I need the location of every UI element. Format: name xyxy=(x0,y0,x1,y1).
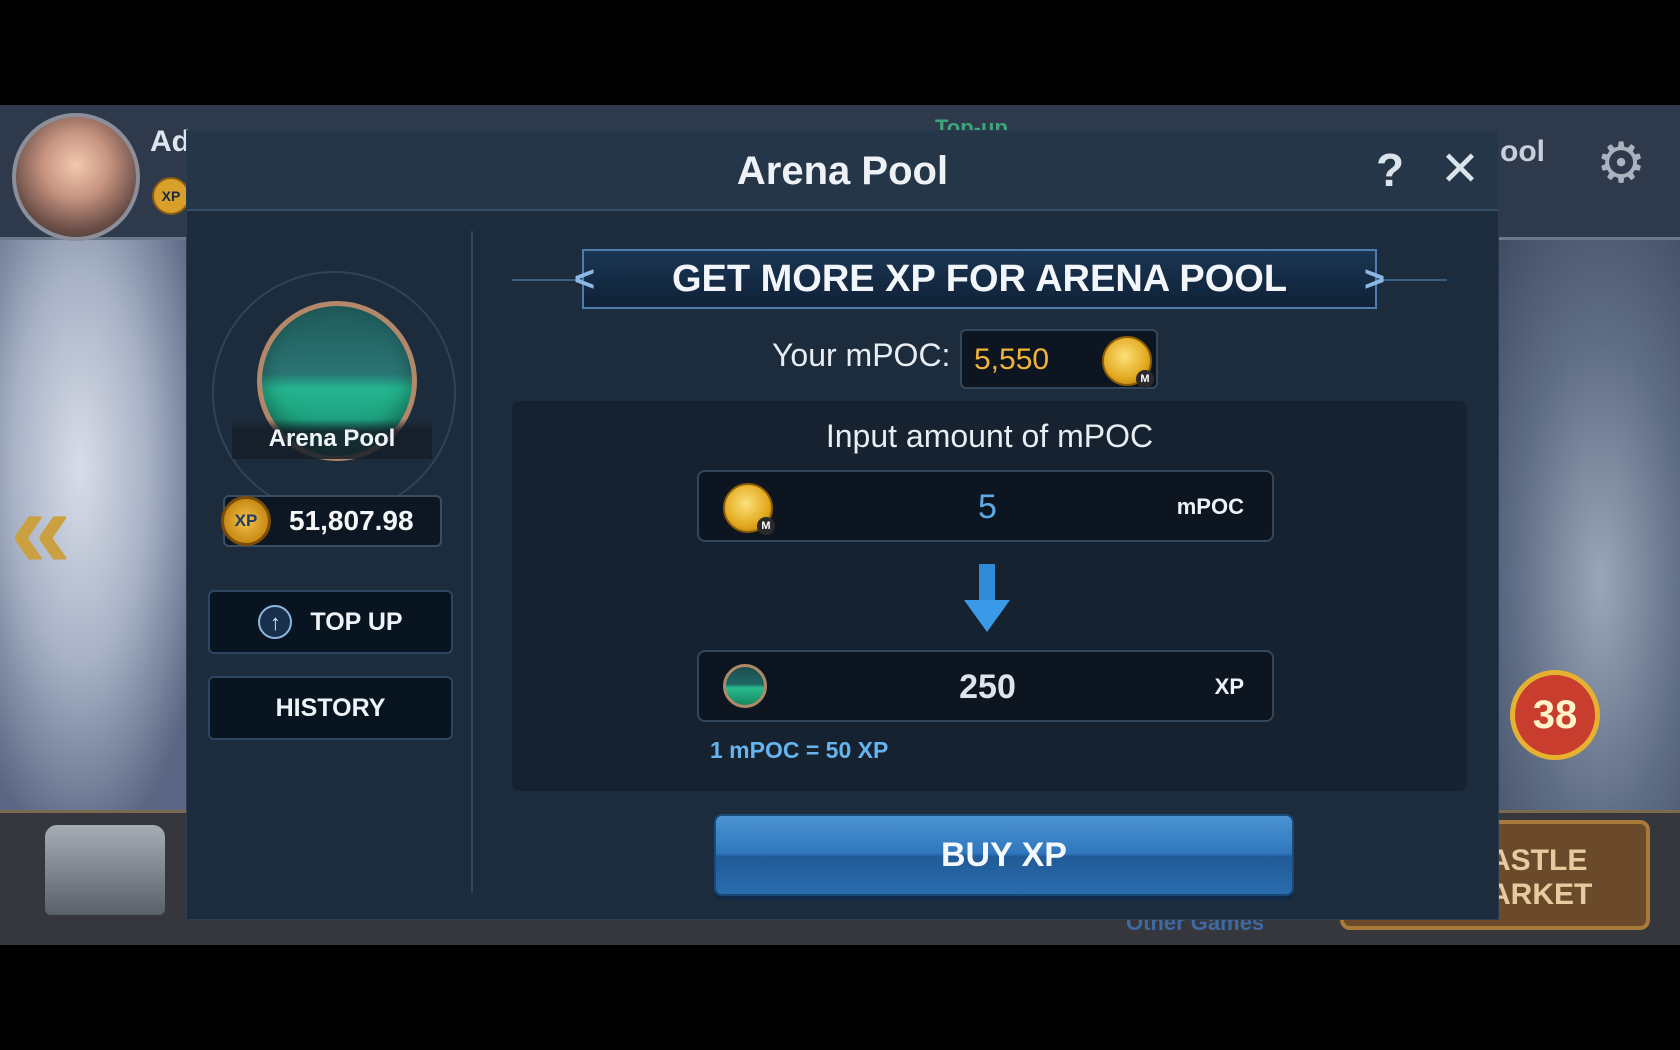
level-badge[interactable]: 38 xyxy=(1510,670,1600,760)
xp-amount-output: 250 XP xyxy=(697,650,1274,722)
top-up-label: TOP UP xyxy=(310,607,403,636)
input-title: Input amount of mPOC xyxy=(825,418,1154,454)
anvil-icon[interactable] xyxy=(45,825,165,915)
mpoc-unit: mPOC xyxy=(1176,494,1244,519)
mpoc-coin-icon: M xyxy=(1102,336,1154,388)
dialog-title: Arena Pool xyxy=(736,149,949,193)
player-name: Ad xyxy=(150,125,190,158)
xp-coin-icon: XP xyxy=(221,496,271,546)
xp-mini-icon: XP xyxy=(152,177,190,215)
your-mpoc-label: Your mPOC: xyxy=(772,337,951,373)
xp-balance-box: XP 51,807.98 xyxy=(221,495,442,547)
player-avatar[interactable] xyxy=(12,113,140,241)
arena-pool-dialog: Arena Pool ? ✕ Arena Pool XP 51,807.98 ↑… xyxy=(187,131,1498,919)
banner-line-left xyxy=(512,279,582,281)
top-up-button[interactable]: ↑ TOP UP xyxy=(208,590,453,654)
banner-line-right xyxy=(1377,279,1447,281)
chevron-right-icon: > xyxy=(1364,258,1386,299)
your-mpoc-box: 5,550 M xyxy=(960,329,1158,389)
close-icon[interactable]: ✕ xyxy=(1432,142,1488,198)
castle-market-line1: ASTLE xyxy=(1489,844,1588,877)
xp-unit: XP xyxy=(1214,674,1244,699)
buy-xp-button[interactable]: BUY XP xyxy=(714,814,1294,896)
help-icon[interactable]: ? xyxy=(1362,142,1418,198)
your-mpoc-value: 5,550 xyxy=(974,343,1050,376)
pool-label-partial: ool xyxy=(1500,135,1545,168)
up-arrow-icon: ↑ xyxy=(258,605,293,639)
exchange-rate: 1 mPOC = 50 XP xyxy=(710,737,889,763)
gear-icon[interactable]: ⚙ xyxy=(1596,133,1646,193)
column-divider xyxy=(471,231,473,893)
castle-market-line2: ARKET xyxy=(1489,878,1593,911)
down-arrow-icon xyxy=(964,564,1010,632)
xp-amount-value: 250 xyxy=(959,668,1016,706)
pool-name: Arena Pool xyxy=(232,419,432,459)
chevron-left-icon: < xyxy=(574,258,596,299)
xp-balance-value: 51,807.98 xyxy=(289,505,414,536)
back-chevron-icon[interactable]: « xyxy=(10,475,71,585)
mpoc-amount-input[interactable]: M 5 mPOC xyxy=(697,470,1274,542)
history-label: HISTORY xyxy=(275,693,386,722)
history-button[interactable]: HISTORY xyxy=(208,676,453,740)
banner-title: GET MORE XP FOR ARENA POOL xyxy=(671,258,1288,300)
